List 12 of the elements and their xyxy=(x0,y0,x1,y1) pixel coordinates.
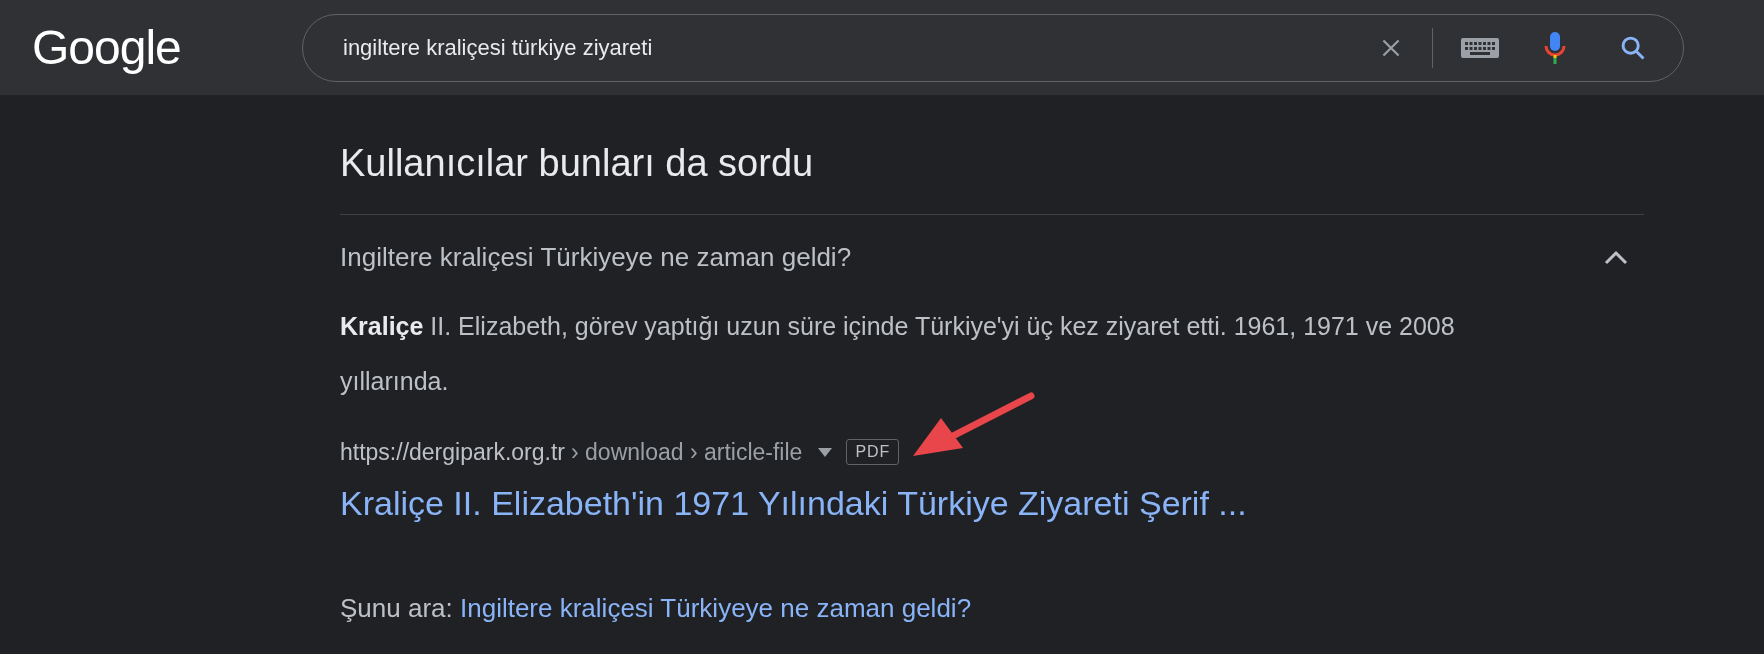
search-field[interactable]: ingiltere kraliçesi türkiye ziyareti xyxy=(302,13,1684,82)
pdf-badge: PDF xyxy=(846,439,900,466)
result-title-link[interactable]: Kraliçe II. Elizabeth'in 1971 Yılındaki Türkiye Ziyareti Şerif ... xyxy=(340,477,1644,529)
google-logo[interactable]: Google xyxy=(32,11,202,84)
answer-text: Kraliçe II. Elizabeth, görev yaptığı uzun süre içinde Türkiye'yi üç kez ziyaret etti. 1961, 1971 ve 2008 yıllarında. xyxy=(340,311,1456,397)
source-domain: https://dergipark.org.tr xyxy=(340,438,565,467)
search-query: ingiltere kraliçesi türkiye ziyareti xyxy=(343,34,654,62)
section-title: Kullanıcılar bunları da sordu xyxy=(340,141,815,186)
question-row[interactable]: Ingiltere kraliçesi Türkiyeye ne zaman geldi? xyxy=(340,215,1644,299)
suggestion-link[interactable]: Ingiltere kraliçesi Türkiyeye ne zaman geldi? xyxy=(460,592,972,623)
source-path: › download › article-file xyxy=(571,438,803,467)
search-suggestion: Şunu ara: Ingiltere kraliçesi Türkiyeye ne zaman geldi? xyxy=(340,591,973,625)
